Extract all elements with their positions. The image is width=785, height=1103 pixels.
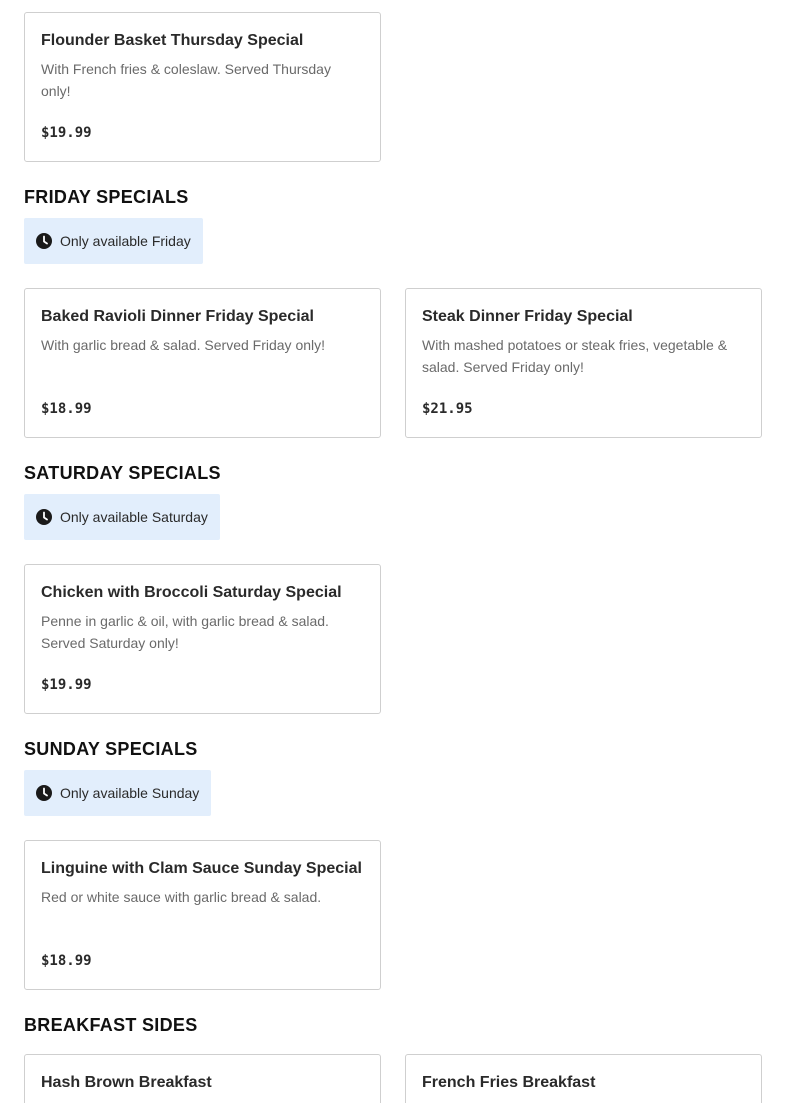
clock-icon bbox=[36, 785, 52, 801]
clock-icon bbox=[36, 233, 52, 249]
menu-item-card-hash-brown[interactable]: Hash Brown Breakfast bbox=[24, 1054, 381, 1103]
menu-item-price: $18.99 bbox=[41, 401, 92, 417]
availability-text: Only available Friday bbox=[60, 233, 191, 249]
menu-item-description: Red or white sauce with garlic bread & s… bbox=[41, 889, 322, 905]
menu-item-card-linguine[interactable]: Linguine with Clam Sauce Sunday Special … bbox=[24, 840, 381, 990]
availability-text: Only available Sunday bbox=[60, 785, 200, 801]
availability-badge-friday: Only available Friday bbox=[24, 218, 203, 264]
section-heading-sunday: SUNDAY SPECIALS bbox=[24, 739, 198, 759]
menu-item-description: With French fries & coleslaw. Served Thu… bbox=[41, 61, 331, 99]
clock-icon bbox=[36, 509, 52, 525]
menu-item-description: Penne in garlic & oil, with garlic bread… bbox=[41, 613, 329, 651]
section-heading-breakfast-sides: BREAKFAST SIDES bbox=[24, 1015, 198, 1035]
menu-item-description: With mashed potatoes or steak fries, veg… bbox=[422, 337, 728, 375]
availability-text: Only available Saturday bbox=[60, 509, 208, 525]
menu-item-card-chicken-broccoli[interactable]: Chicken with Broccoli Saturday Special P… bbox=[24, 564, 381, 714]
menu-page: Flounder Basket Thursday Special With Fr… bbox=[0, 0, 785, 1103]
menu-item-title: Flounder Basket Thursday Special bbox=[41, 32, 304, 49]
menu-item-price: $18.99 bbox=[41, 953, 92, 969]
menu-item-title: Chicken with Broccoli Saturday Special bbox=[41, 584, 342, 601]
section-heading-friday: FRIDAY SPECIALS bbox=[24, 187, 189, 207]
menu-item-price: $19.99 bbox=[41, 677, 92, 693]
menu-item-card-flounder[interactable]: Flounder Basket Thursday Special With Fr… bbox=[24, 12, 381, 162]
menu-item-title: Linguine with Clam Sauce Sunday Special bbox=[41, 860, 362, 877]
menu-item-title: Baked Ravioli Dinner Friday Special bbox=[41, 308, 314, 325]
menu-item-title: Hash Brown Breakfast bbox=[41, 1074, 212, 1091]
availability-badge-saturday: Only available Saturday bbox=[24, 494, 220, 540]
menu-item-price: $21.95 bbox=[422, 401, 473, 417]
section-heading-saturday: SATURDAY SPECIALS bbox=[24, 463, 221, 483]
menu-item-card-steak[interactable]: Steak Dinner Friday Special With mashed … bbox=[405, 288, 762, 438]
menu-item-title: Steak Dinner Friday Special bbox=[422, 308, 633, 325]
menu-item-price: $19.99 bbox=[41, 125, 92, 141]
menu-item-card-ravioli[interactable]: Baked Ravioli Dinner Friday Special With… bbox=[24, 288, 381, 438]
availability-badge-sunday: Only available Sunday bbox=[24, 770, 212, 816]
menu-item-title: French Fries Breakfast bbox=[422, 1074, 596, 1091]
menu-item-card-french-fries[interactable]: French Fries Breakfast bbox=[405, 1054, 762, 1103]
menu-item-description: With garlic bread & salad. Served Friday… bbox=[41, 337, 326, 353]
